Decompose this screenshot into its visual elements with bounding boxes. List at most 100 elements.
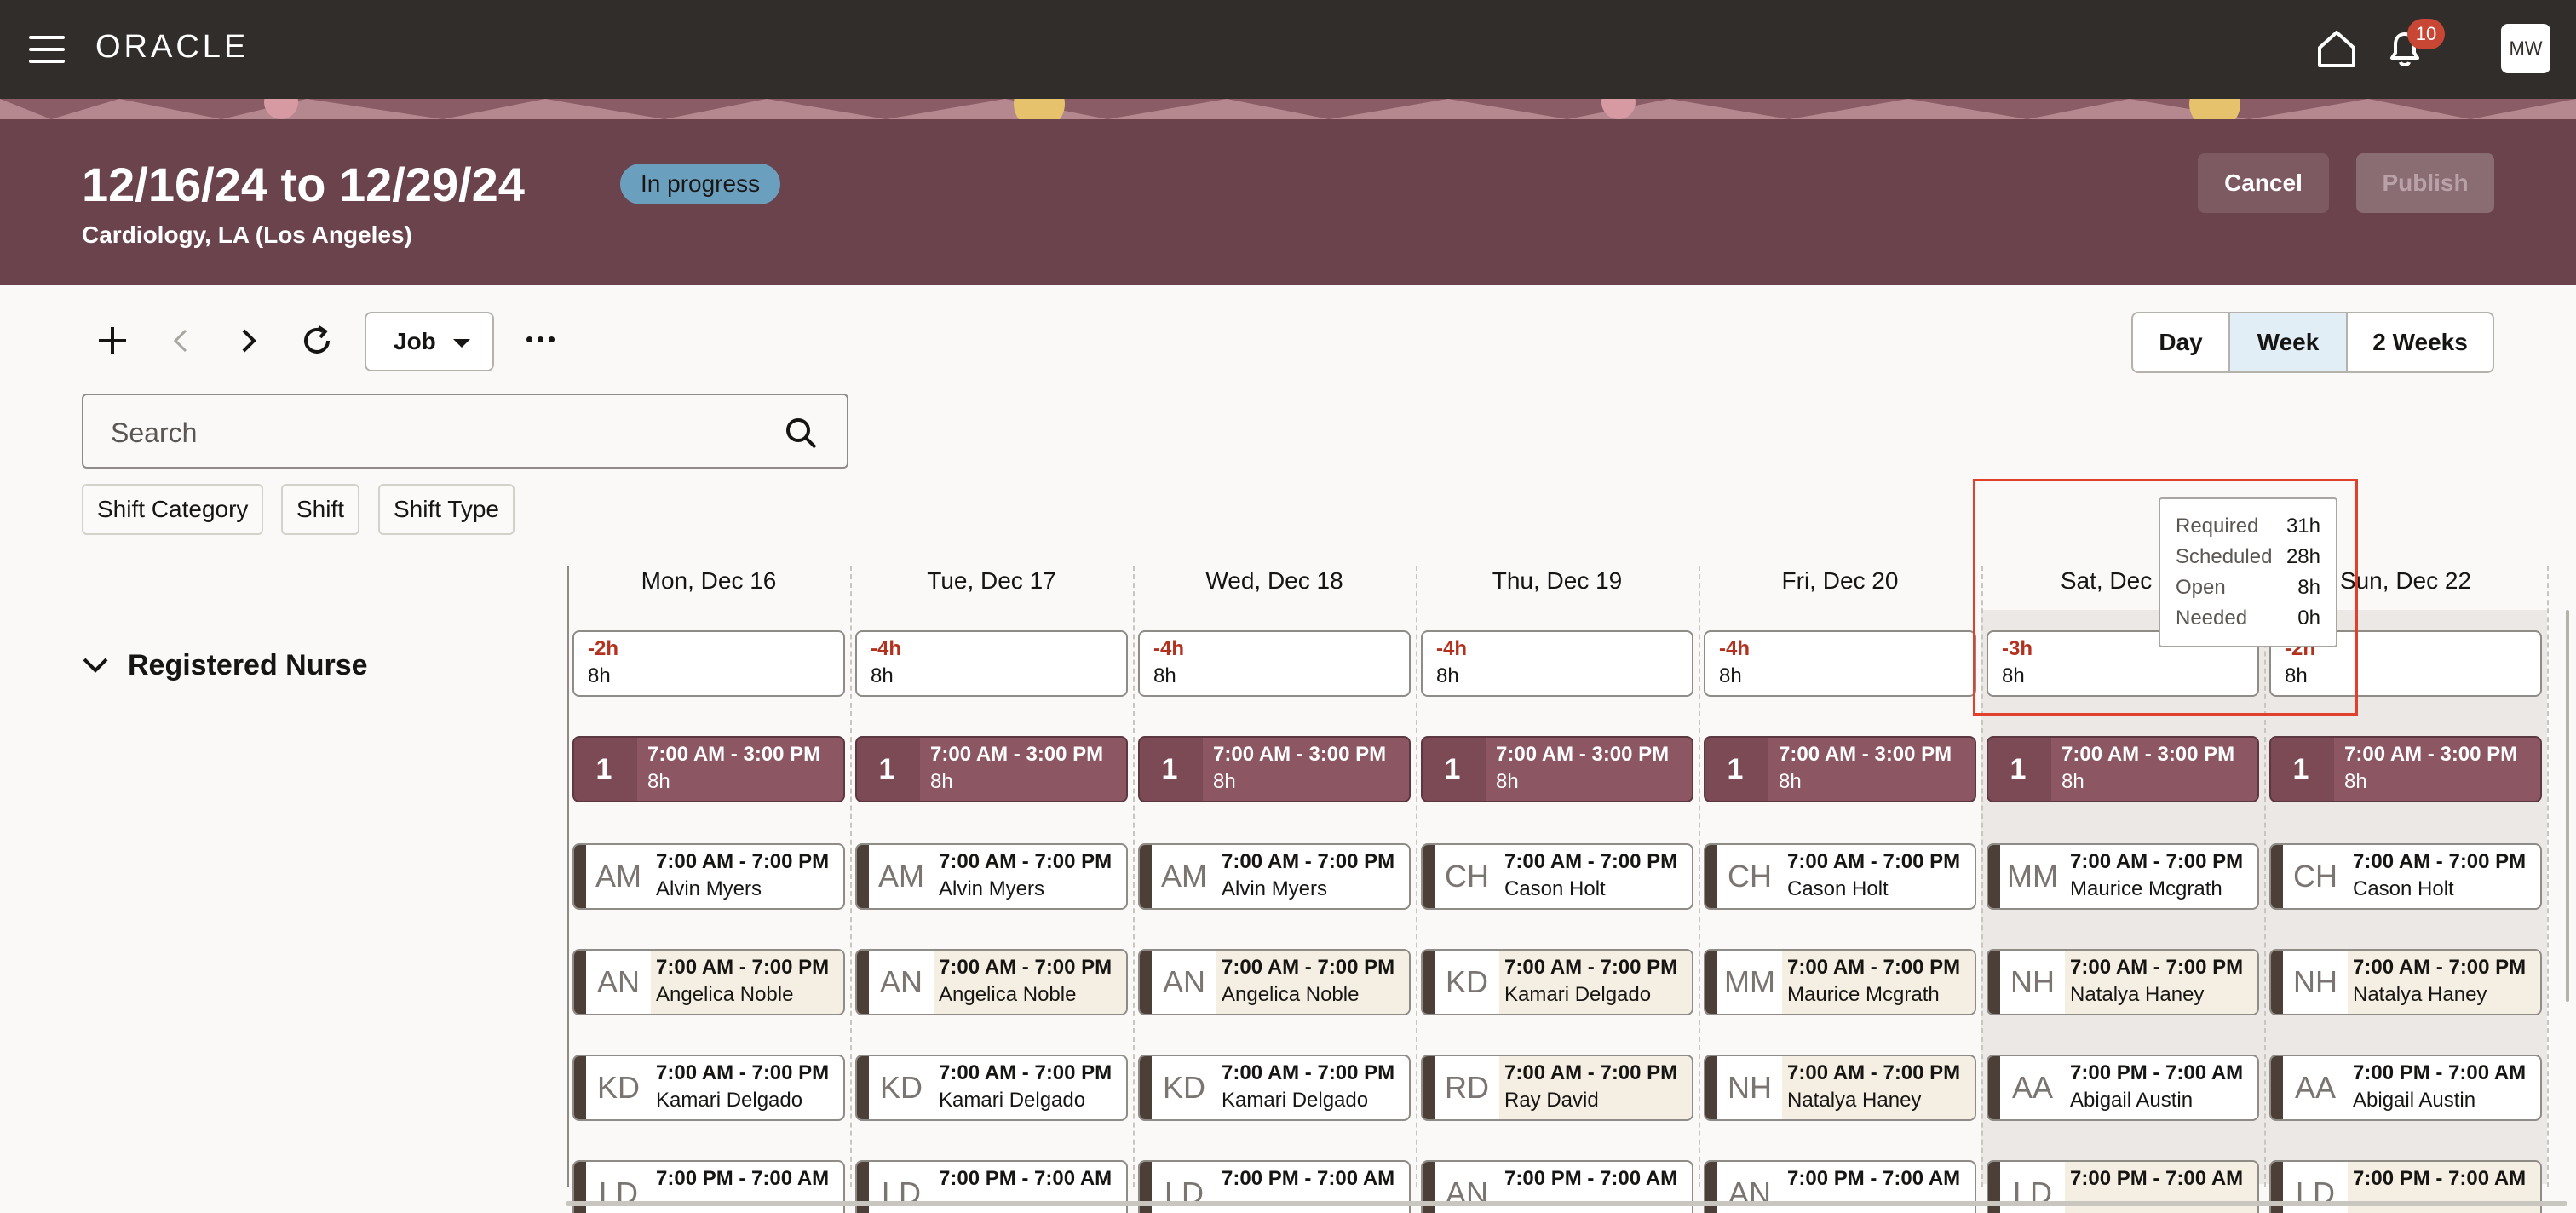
coverage-hours: 8h xyxy=(871,664,894,687)
assigned-shift-card[interactable]: CH 7:00 AM - 7:00 PM Cason Holt xyxy=(2269,843,2542,910)
assigned-shift-card[interactable]: AA 7:00 PM - 7:00 AM Abigail Austin xyxy=(2269,1055,2542,1121)
search-icon[interactable] xyxy=(784,416,818,450)
column-separator xyxy=(567,566,569,1187)
employee-initials: NH xyxy=(1728,1070,1772,1105)
shift-info: 7:00 AM - 7:00 PM Cason Holt xyxy=(2348,845,2540,908)
filter-shift-type[interactable]: Shift Type xyxy=(378,484,515,535)
horizontal-scrollbar[interactable] xyxy=(566,1201,2567,1206)
assigned-shift-card[interactable]: AM 7:00 AM - 7:00 PM Alvin Myers xyxy=(572,843,845,910)
shift-time: 7:00 PM - 7:00 AM xyxy=(1222,1167,1395,1190)
employee-initials: KD xyxy=(1445,964,1488,999)
menu-icon[interactable] xyxy=(29,36,65,63)
coverage-summary[interactable]: -4h 8h xyxy=(1421,630,1693,697)
open-shift-info: 7:00 AM - 3:00 PM 8h xyxy=(920,738,1126,801)
coverage-summary[interactable]: -2h 8h xyxy=(572,630,845,697)
view-week-button[interactable]: Week xyxy=(2230,313,2348,371)
open-shift-card[interactable]: 1 7:00 AM - 3:00 PM 8h xyxy=(1987,736,2259,802)
assigned-shift-card[interactable]: AA 7:00 PM - 7:00 AM Abigail Austin xyxy=(1987,1055,2259,1121)
filter-shift[interactable]: Shift xyxy=(281,484,360,535)
assigned-shift-card[interactable]: MM 7:00 AM - 7:00 PM Maurice Mcgrath xyxy=(1704,949,1976,1015)
group-by-select[interactable]: Job xyxy=(365,312,494,371)
assigned-shift-card[interactable]: KD 7:00 AM - 7:00 PM Kamari Delgado xyxy=(572,1055,845,1121)
role-group-toggle[interactable]: Registered Nurse xyxy=(82,644,368,687)
assigned-shift-card[interactable]: AM 7:00 AM - 7:00 PM Alvin Myers xyxy=(1138,843,1411,910)
employee-name: Natalya Haney xyxy=(2353,983,2487,1006)
shift-color-bar xyxy=(574,845,586,908)
assigned-shift-card[interactable]: KD 7:00 AM - 7:00 PM Kamari Delgado xyxy=(1138,1055,1411,1121)
employee-initials: AA xyxy=(2294,1070,2337,1105)
shift-color-bar xyxy=(1705,1056,1717,1119)
cancel-button[interactable]: Cancel xyxy=(2198,153,2329,213)
open-shift-card[interactable]: 1 7:00 AM - 3:00 PM 8h xyxy=(572,736,845,802)
search-input[interactable]: Search xyxy=(82,394,848,469)
shift-info: 7:00 AM - 7:00 PM Maurice Mcgrath xyxy=(2065,845,2257,908)
shift-info: 7:00 AM - 7:00 PM Cason Holt xyxy=(1499,845,1692,908)
user-avatar[interactable]: MW xyxy=(2501,24,2550,73)
open-shift-count: 1 xyxy=(878,753,895,785)
employee-initials: KD xyxy=(1162,1070,1205,1105)
assigned-shift-card[interactable]: NH 7:00 AM - 7:00 PM Natalya Haney xyxy=(2269,949,2542,1015)
add-button[interactable] xyxy=(87,315,138,366)
shift-color-bar xyxy=(1988,1056,2000,1119)
caret-down-icon xyxy=(453,339,470,348)
assigned-shift-card[interactable]: CH 7:00 AM - 7:00 PM Cason Holt xyxy=(1704,843,1976,910)
shift-color-bar xyxy=(1705,845,1717,908)
assigned-shift-card[interactable]: AN 7:00 AM - 7:00 PM Angelica Noble xyxy=(1138,949,1411,1015)
open-shift-card[interactable]: 1 7:00 AM - 3:00 PM 8h xyxy=(855,736,1128,802)
open-shift-info: 7:00 AM - 3:00 PM 8h xyxy=(2051,738,2257,801)
assigned-shift-card[interactable]: MM 7:00 AM - 7:00 PM Maurice Mcgrath xyxy=(1987,843,2259,910)
assigned-shift-card[interactable]: CH 7:00 AM - 7:00 PM Cason Holt xyxy=(1421,843,1693,910)
employee-initials: AA xyxy=(2011,1070,2054,1105)
shift-time: 7:00 AM - 7:00 PM xyxy=(1222,1061,1395,1084)
filter-shift-category[interactable]: Shift Category xyxy=(82,484,264,535)
open-shift-card[interactable]: 1 7:00 AM - 3:00 PM 8h xyxy=(1138,736,1411,802)
shift-time: 7:00 AM - 7:00 PM xyxy=(656,1061,830,1084)
open-shift-card[interactable]: 1 7:00 AM - 3:00 PM 8h xyxy=(2269,736,2542,802)
refresh-button[interactable] xyxy=(291,315,342,366)
assigned-shift-card[interactable]: AN 7:00 AM - 7:00 PM Angelica Noble xyxy=(572,949,845,1015)
tooltip-label: Needed xyxy=(2176,606,2248,629)
shift-time: 7:00 AM - 3:00 PM xyxy=(647,743,821,766)
day-header: Tue, Dec 17 xyxy=(927,567,1056,594)
shift-time: 7:00 AM - 7:00 PM xyxy=(1504,956,1678,979)
coverage-summary[interactable]: -4h 8h xyxy=(1138,630,1411,697)
open-shift-card[interactable]: 1 7:00 AM - 3:00 PM 8h xyxy=(1421,736,1693,802)
next-button[interactable] xyxy=(223,315,274,366)
coverage-summary[interactable]: -4h 8h xyxy=(1704,630,1976,697)
assigned-shift-card[interactable]: AM 7:00 AM - 7:00 PM Alvin Myers xyxy=(855,843,1128,910)
coverage-tooltip: Required 31h Scheduled 28h Open 8h Needed 0h xyxy=(2159,497,2337,647)
shift-time: 7:00 PM - 7:00 AM xyxy=(939,1167,1113,1190)
assigned-shift-card[interactable]: KD 7:00 AM - 7:00 PM Kamari Delgado xyxy=(855,1055,1128,1121)
shift-info: 7:00 AM - 7:00 PM Maurice Mcgrath xyxy=(1782,951,1975,1014)
employee-initials: AM xyxy=(1161,859,1207,894)
employee-name: Cason Holt xyxy=(2353,877,2454,900)
shift-time: 7:00 PM - 7:00 AM xyxy=(1787,1167,1961,1190)
location-subtitle: Cardiology, LA (Los Angeles) xyxy=(82,221,412,248)
view-2weeks-button[interactable]: 2 Weeks xyxy=(2348,313,2493,371)
plus-icon xyxy=(99,327,126,354)
refresh-icon xyxy=(304,325,330,354)
assigned-shift-card[interactable]: KD 7:00 AM - 7:00 PM Kamari Delgado xyxy=(1421,949,1693,1015)
oracle-logo[interactable]: ORACLE xyxy=(95,29,249,66)
shift-time: 7:00 PM - 7:00 AM xyxy=(2353,1167,2527,1190)
coverage-summary[interactable]: -4h 8h xyxy=(855,630,1128,697)
shift-time: 7:00 AM - 3:00 PM xyxy=(2344,743,2518,766)
shift-color-bar xyxy=(1988,845,2000,908)
shift-info: 7:00 AM - 7:00 PM Natalya Haney xyxy=(2348,951,2540,1014)
previous-button[interactable] xyxy=(155,315,206,366)
view-day-button[interactable]: Day xyxy=(2133,313,2230,371)
shift-info: 7:00 AM - 7:00 PM Cason Holt xyxy=(1782,845,1975,908)
shift-time: 7:00 PM - 7:00 AM xyxy=(2353,1061,2527,1084)
assigned-shift-card[interactable]: NH 7:00 AM - 7:00 PM Natalya Haney xyxy=(1987,949,2259,1015)
publish-button[interactable]: Publish xyxy=(2356,153,2494,213)
assigned-shift-card[interactable]: NH 7:00 AM - 7:00 PM Natalya Haney xyxy=(1704,1055,1976,1121)
search-placeholder: Search xyxy=(111,417,198,448)
more-actions-button[interactable] xyxy=(526,329,561,349)
assigned-shift-card[interactable]: RD 7:00 AM - 7:00 PM Ray David xyxy=(1421,1055,1693,1121)
open-shift-card[interactable]: 1 7:00 AM - 3:00 PM 8h xyxy=(1704,736,1976,802)
assigned-shift-card[interactable]: AN 7:00 AM - 7:00 PM Angelica Noble xyxy=(855,949,1128,1015)
vertical-scrollbar[interactable] xyxy=(2566,610,2569,1002)
status-badge: In progress xyxy=(620,164,781,204)
home-icon[interactable] xyxy=(2315,29,2358,68)
shift-time: 7:00 AM - 7:00 PM xyxy=(2353,850,2527,873)
